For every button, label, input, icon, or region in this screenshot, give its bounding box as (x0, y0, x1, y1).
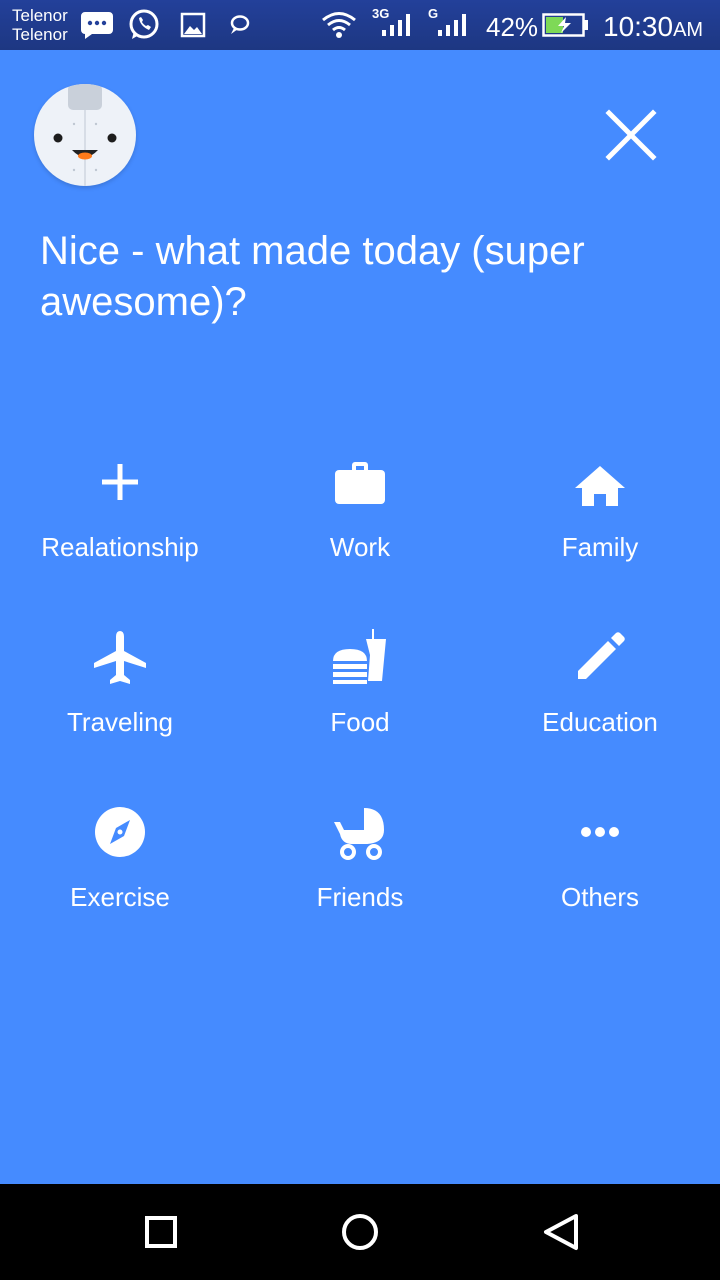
carrier-names: Telenor Telenor (12, 6, 68, 44)
back-triangle-icon (544, 1214, 578, 1250)
close-button[interactable] (600, 104, 662, 166)
category-education[interactable]: Education (480, 615, 720, 765)
category-label: Food (330, 707, 390, 737)
category-label: Education (542, 707, 658, 737)
category-relationship[interactable]: Realationship (0, 440, 240, 590)
wifi-icon (322, 12, 356, 38)
briefcase-icon (335, 462, 385, 504)
recents-square-icon (145, 1216, 177, 1248)
home-circle-icon (342, 1214, 378, 1250)
category-label: Realationship (41, 532, 199, 562)
mascot-avatar-icon (34, 84, 136, 186)
system-nav-bar (0, 1184, 720, 1280)
question-title: Nice - what made today (super awesome)? (40, 229, 585, 324)
pencil-icon (578, 632, 625, 679)
category-others[interactable]: Others (480, 790, 720, 940)
category-family[interactable]: Family (480, 440, 720, 590)
signal-icon (438, 14, 466, 36)
mascot-face (53, 84, 117, 186)
clock-time: 10:30 (603, 11, 674, 42)
recents-button[interactable] (131, 1202, 191, 1262)
carrier-2: Telenor (12, 25, 68, 44)
clock-suffix: AM (673, 19, 704, 41)
home-button[interactable] (330, 1202, 390, 1262)
category-label: Exercise (70, 882, 170, 912)
battery-percent: 42% (486, 12, 539, 42)
category-exercise[interactable]: Exercise (0, 790, 240, 940)
category-label: Family (561, 532, 639, 562)
close-icon (605, 109, 657, 161)
back-button[interactable] (530, 1202, 590, 1262)
category-label: Friends (316, 882, 404, 912)
fastfood-icon (333, 629, 386, 684)
category-label: Traveling (67, 707, 173, 737)
category-work[interactable]: Work (240, 440, 480, 590)
airplane-icon (94, 631, 146, 684)
whatsapp-icon (129, 9, 159, 39)
gallery-icon (180, 12, 206, 38)
battery-charging-icon (542, 13, 588, 37)
more-dots-icon (581, 827, 619, 837)
category-label: Others (560, 882, 640, 912)
plus-icon (102, 464, 138, 500)
compass-icon (95, 807, 145, 857)
status-bar: Telenor Telenor 3G G 42% 10:30AM (0, 0, 720, 50)
message-icon (81, 12, 113, 39)
home-icon (575, 466, 625, 506)
signal-icon (382, 14, 410, 36)
category-traveling[interactable]: Traveling (0, 615, 240, 765)
stroller-icon (334, 808, 384, 860)
category-friends[interactable]: Friends (240, 790, 480, 940)
category-label: Work (329, 532, 391, 562)
chat-icon (230, 15, 250, 34)
carrier-1: Telenor (12, 6, 68, 25)
category-food[interactable]: Food (240, 615, 480, 765)
clock: 10:30AM (603, 11, 703, 43)
